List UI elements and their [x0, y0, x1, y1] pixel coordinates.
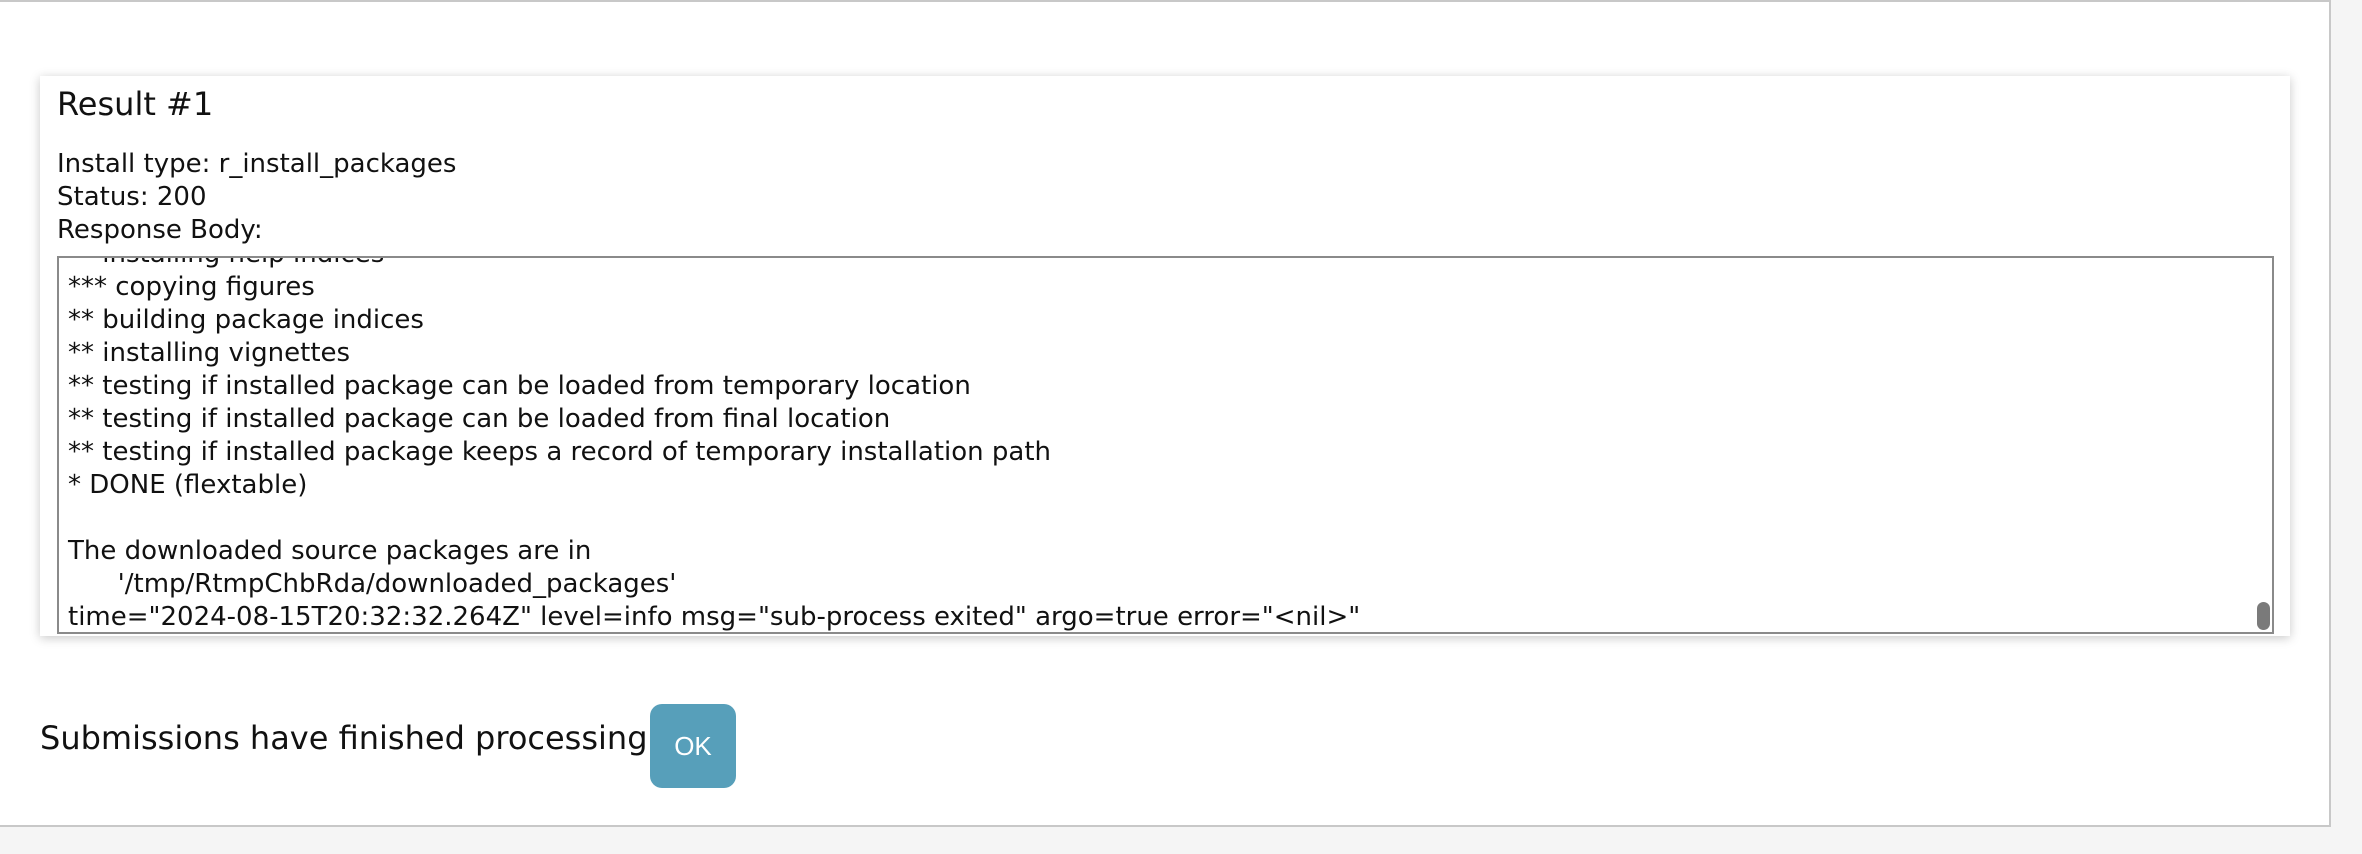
finished-message: Submissions have finished processing.: [40, 719, 658, 757]
result-title: Result #1: [57, 85, 214, 123]
scrollbar-thumb[interactable]: [2257, 602, 2270, 630]
response-line: ** testing if installed package can be l…: [68, 371, 971, 401]
page-container: Result #1 Install type: r_install_packag…: [0, 0, 2331, 827]
result-meta: Install type: r_install_packages Status:…: [57, 148, 456, 247]
install-type-text: Install type: r_install_packages: [57, 149, 457, 179]
ok-button[interactable]: OK: [650, 704, 736, 788]
response-line: time="2024-08-15T20:32:32.264Z" level=in…: [68, 602, 1361, 632]
result-card: Result #1 Install type: r_install_packag…: [40, 76, 2290, 636]
response-line: The downloaded source packages are in: [68, 536, 592, 566]
response-line: *** copying figures: [68, 272, 315, 302]
response-line: ** installing help indices: [68, 258, 1360, 271]
response-line: ** building package indices: [68, 305, 424, 335]
response-body-textarea[interactable]: ** installing help indices*** copying fi…: [57, 256, 2274, 634]
response-line: * DONE (flextable): [68, 470, 308, 500]
response-body-text: ** installing help indices*** copying fi…: [68, 258, 1361, 632]
response-line: [68, 502, 1360, 535]
response-line: ** installing vignettes: [68, 338, 351, 368]
response-line: ** testing if installed package keeps a …: [68, 437, 1052, 467]
response-line: '/tmp/RtmpChbRda/downloaded_packages': [68, 569, 677, 599]
status-text: Status: 200: [57, 182, 207, 212]
response-line: ** testing if installed package can be l…: [68, 404, 891, 434]
response-body-label: Response Body:: [57, 215, 263, 245]
